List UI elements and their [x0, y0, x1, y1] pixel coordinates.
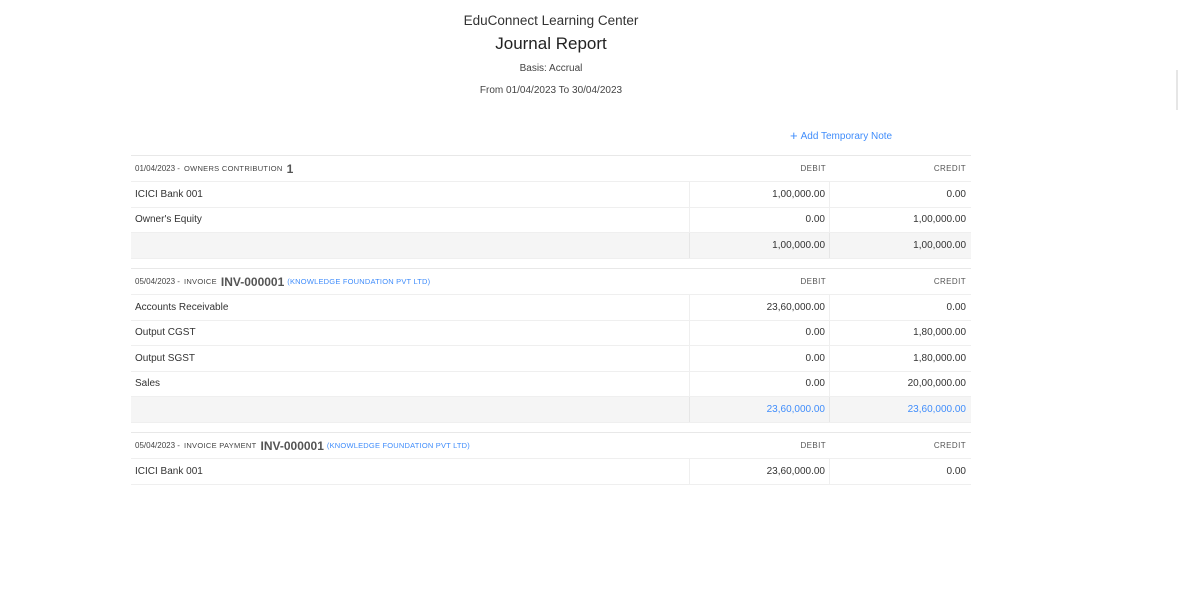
debit-column-header: DEBIT [800, 441, 826, 450]
scrollbar-track[interactable] [1175, 0, 1179, 615]
entry-heading: 05/04/2023 - INVOICE PAYMENT INV-000001 … [131, 433, 690, 458]
journal-report: EduConnect Learning Center Journal Repor… [131, 0, 971, 485]
debit-amount: 0.00 [690, 320, 830, 345]
credit-amount: 1,00,000.00 [913, 214, 966, 226]
credit-amount: 1,80,000.00 [913, 352, 966, 364]
total-debit: 1,00,000.00 [690, 233, 830, 258]
table-row: ICICI Bank 001 1,00,000.00 0.00 [131, 182, 971, 208]
entry-heading: 05/04/2023 - INVOICE INV-000001 (KNOWLED… [131, 269, 690, 294]
credit-amount: 0.00 [946, 301, 966, 313]
organization-name: EduConnect Learning Center [463, 13, 639, 28]
entry-header-row: 05/04/2023 - INVOICE INV-000001 (KNOWLED… [131, 269, 971, 295]
debit-amount: 0.00 [690, 346, 830, 371]
debit-amount: 23,60,000.00 [690, 459, 830, 484]
entry-type: OWNERS CONTRIBUTION [183, 164, 283, 173]
entry-date: 01/04/2023 - [135, 164, 180, 173]
credit-column-header: CREDIT [933, 277, 966, 286]
total-credit: 1,00,000.00 [913, 240, 966, 251]
note-row: + Add Temporary Note [131, 126, 971, 146]
entry-party-link[interactable]: (KNOWLEDGE FOUNDATION PVT LTD) [327, 441, 470, 450]
credit-amount: 0.00 [946, 188, 966, 200]
entry-header-row: 01/04/2023 - OWNERS CONTRIBUTION 1 DEBIT… [131, 156, 971, 182]
account-name: Output SGST [131, 346, 690, 371]
journal-entries: 01/04/2023 - OWNERS CONTRIBUTION 1 DEBIT… [131, 155, 971, 485]
credit-amount: 20,00,000.00 [907, 378, 966, 390]
debit-column-header: DEBIT [800, 277, 826, 286]
account-name: Owner's Equity [131, 207, 690, 232]
plus-icon: + [790, 128, 798, 143]
entry-date: 05/04/2023 - [135, 441, 180, 450]
entry-total-row: 1,00,000.00 1,00,000.00 [131, 233, 971, 259]
entry-number[interactable]: 1 [287, 162, 294, 176]
journal-entry: 05/04/2023 - INVOICE INV-000001 (KNOWLED… [131, 268, 971, 423]
credit-amount: 1,80,000.00 [913, 327, 966, 339]
total-debit-link[interactable]: 23,60,000.00 [690, 397, 830, 422]
account-name: ICICI Bank 001 [131, 182, 690, 207]
report-date-range: From 01/04/2023 To 30/04/2023 [479, 85, 623, 96]
credit-column-header: CREDIT [933, 441, 966, 450]
add-temporary-note-button[interactable]: + Add Temporary Note [790, 128, 892, 143]
debit-amount: 1,00,000.00 [690, 182, 830, 207]
credit-amount: 0.00 [946, 465, 966, 477]
entry-date: 05/04/2023 - [135, 277, 180, 286]
entry-type: INVOICE [183, 277, 217, 286]
account-name: Accounts Receivable [131, 295, 690, 320]
add-note-label: Add Temporary Note [800, 131, 893, 142]
report-basis: Basis: Accrual [519, 63, 583, 74]
account-name: Sales [131, 371, 690, 396]
report-header: EduConnect Learning Center Journal Repor… [131, 13, 971, 97]
table-row: Accounts Receivable 23,60,000.00 0.00 [131, 295, 971, 321]
entry-heading: 01/04/2023 - OWNERS CONTRIBUTION 1 [131, 156, 690, 181]
table-row: Sales 0.00 20,00,000.00 [131, 371, 971, 397]
debit-amount: 0.00 [690, 371, 830, 396]
account-name: ICICI Bank 001 [131, 459, 690, 484]
total-label-cell [131, 397, 690, 422]
scrollbar-thumb[interactable] [1176, 70, 1178, 110]
debit-amount: 0.00 [690, 207, 830, 232]
account-name: Output CGST [131, 320, 690, 345]
debit-column-header: DEBIT [800, 164, 826, 173]
entry-header-row: 05/04/2023 - INVOICE PAYMENT INV-000001 … [131, 433, 971, 459]
entry-number[interactable]: INV-000001 [221, 275, 284, 289]
total-label-cell [131, 233, 690, 258]
total-credit-link[interactable]: 23,60,000.00 [830, 397, 970, 422]
debit-amount: 23,60,000.00 [690, 295, 830, 320]
credit-column-header: CREDIT [933, 164, 966, 173]
table-row: Owner's Equity 0.00 1,00,000.00 [131, 207, 971, 233]
table-row: ICICI Bank 001 23,60,000.00 0.00 [131, 459, 971, 485]
journal-entry: 05/04/2023 - INVOICE PAYMENT INV-000001 … [131, 432, 971, 485]
journal-entry: 01/04/2023 - OWNERS CONTRIBUTION 1 DEBIT… [131, 155, 971, 259]
table-row: Output CGST 0.00 1,80,000.00 [131, 320, 971, 346]
entry-total-row: 23,60,000.00 23,60,000.00 [131, 397, 971, 423]
entry-type: INVOICE PAYMENT [183, 441, 257, 450]
entry-number[interactable]: INV-000001 [261, 439, 324, 453]
report-title: Journal Report [495, 34, 607, 53]
table-row: Output SGST 0.00 1,80,000.00 [131, 346, 971, 372]
entry-party-link[interactable]: (KNOWLEDGE FOUNDATION PVT LTD) [287, 277, 430, 286]
